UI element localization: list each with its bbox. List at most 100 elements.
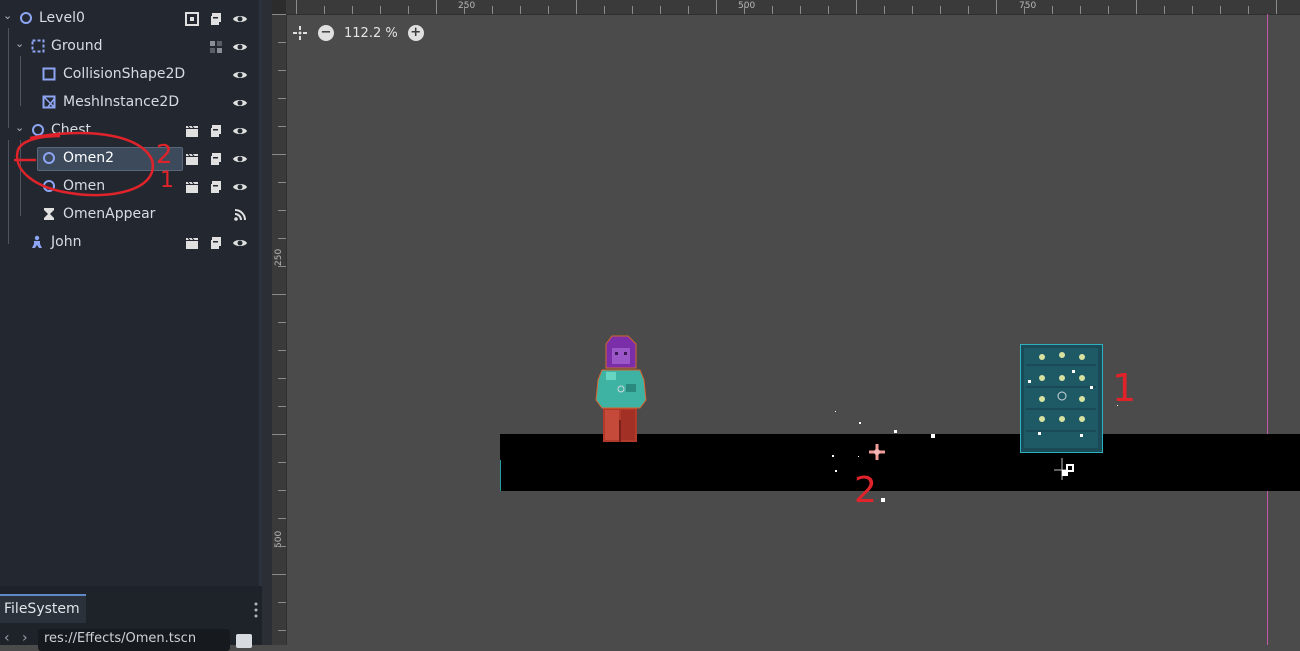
particle [832,455,834,457]
ruler-tick [352,6,353,14]
ruler-tick [278,630,286,631]
forward-arrow-icon[interactable]: › [22,630,28,646]
ruler-tick [968,6,969,14]
particle [835,411,836,412]
ruler-tick [278,462,286,463]
ruler-tick [1108,6,1109,14]
annotation-number: 1 [1112,366,1137,410]
ruler-tick [1164,6,1165,14]
ruler-tick [996,0,997,14]
ruler-label: 250 [274,248,284,266]
ruler-horizontal [286,0,1300,15]
ruler-tick [278,546,286,547]
ruler-tick [278,490,286,491]
player-sprite[interactable] [594,334,650,442]
particle [881,498,885,502]
ruler-tick [278,266,286,267]
ruler-tick [492,6,493,14]
ruler-tick [278,42,286,43]
ruler-tick [856,0,857,14]
ruler-tick [1192,6,1193,14]
zoom-out-button[interactable]: − [318,25,334,41]
ruler-tick [278,602,286,603]
path-field[interactable]: res://Effects/Omen.tscn [38,629,230,651]
ruler-tick [324,6,325,14]
ruler-tick [688,6,689,14]
ruler-tick [520,6,521,14]
canvas-viewport[interactable]: 250 500 750 250 500 − 112.2 % + 2 1 [262,0,1300,645]
ruler-tick [1080,6,1081,14]
ruler-tick [278,210,286,211]
ruler-tick [632,6,633,14]
particle [859,422,861,424]
filesystem-dock: FileSystem ‹ › res://Effects/Omen.tscn [0,586,262,651]
ruler-tick [278,322,286,323]
annotation-number: 2 [156,140,173,170]
ruler-tick [278,238,286,239]
ruler-tick [272,434,286,435]
ruler-tick [464,6,465,14]
ground-mesh[interactable] [500,434,1300,491]
particle [894,430,897,433]
kebab-menu-icon[interactable] [254,602,258,618]
split-mode-button[interactable] [236,634,252,648]
ruler-tick [272,294,286,295]
center-view-icon[interactable] [292,25,308,41]
zoom-controls: − 112.2 % + [292,22,424,44]
ruler-tick [548,6,549,14]
ruler-tick [1248,6,1249,14]
ruler-tick [278,98,286,99]
scene-tree-panel: ⌄ Level0 ⌄ Ground CollisionShape2D MeshI… [0,0,262,586]
annotation-number: 2 [854,470,877,511]
ruler-tick [436,0,437,14]
transform-gizmo-icon[interactable] [1052,456,1082,484]
ruler-tick [278,518,286,519]
ruler-vertical [272,14,287,645]
particle [858,456,859,457]
ruler-tick [272,14,286,15]
ruler-tick [272,574,286,575]
ruler-tick [1136,0,1137,14]
ruler-label: 750 [1019,1,1037,11]
ruler-tick [1052,6,1053,14]
ruler-tick [744,6,745,14]
ruler-tick [576,0,577,14]
ruler-tick [604,6,605,14]
ruler-label: 250 [458,1,476,11]
tab-filesystem[interactable]: FileSystem [0,594,86,623]
collision-edge [500,460,501,491]
ruler-tick [278,378,286,379]
ruler-label: 500 [738,1,756,11]
node-pivot-marker[interactable] [868,443,886,461]
ruler-tick [660,6,661,14]
viewport-separator [262,0,272,645]
ruler-tick [278,182,286,183]
particle [931,434,935,438]
ruler-tick [296,0,297,14]
particle [835,470,837,472]
ruler-tick [772,6,773,14]
zoom-level[interactable]: 112.2 % [344,26,398,41]
ruler-tick [884,6,885,14]
ruler-tick [278,126,286,127]
ruler-tick [1220,6,1221,14]
ruler-tick [912,6,913,14]
ruler-tick [278,70,286,71]
ruler-tick [716,0,717,14]
ruler-tick [800,6,801,14]
back-arrow-icon[interactable]: ‹ [4,630,10,646]
ruler-corner [272,0,286,14]
zoom-in-button[interactable]: + [407,25,424,41]
chest-sprite[interactable] [1020,344,1104,454]
ruler-tick [272,154,286,155]
viewport-boundary-line [1267,14,1268,645]
ruler-tick [1276,0,1277,14]
annotation-overlay [14,131,155,197]
ruler-tick [1024,6,1025,14]
annotation-number: 1 [160,168,174,193]
ruler-tick [278,350,286,351]
ruler-tick [380,6,381,14]
ruler-tick [828,6,829,14]
ruler-tick [278,406,286,407]
ruler-tick [940,6,941,14]
